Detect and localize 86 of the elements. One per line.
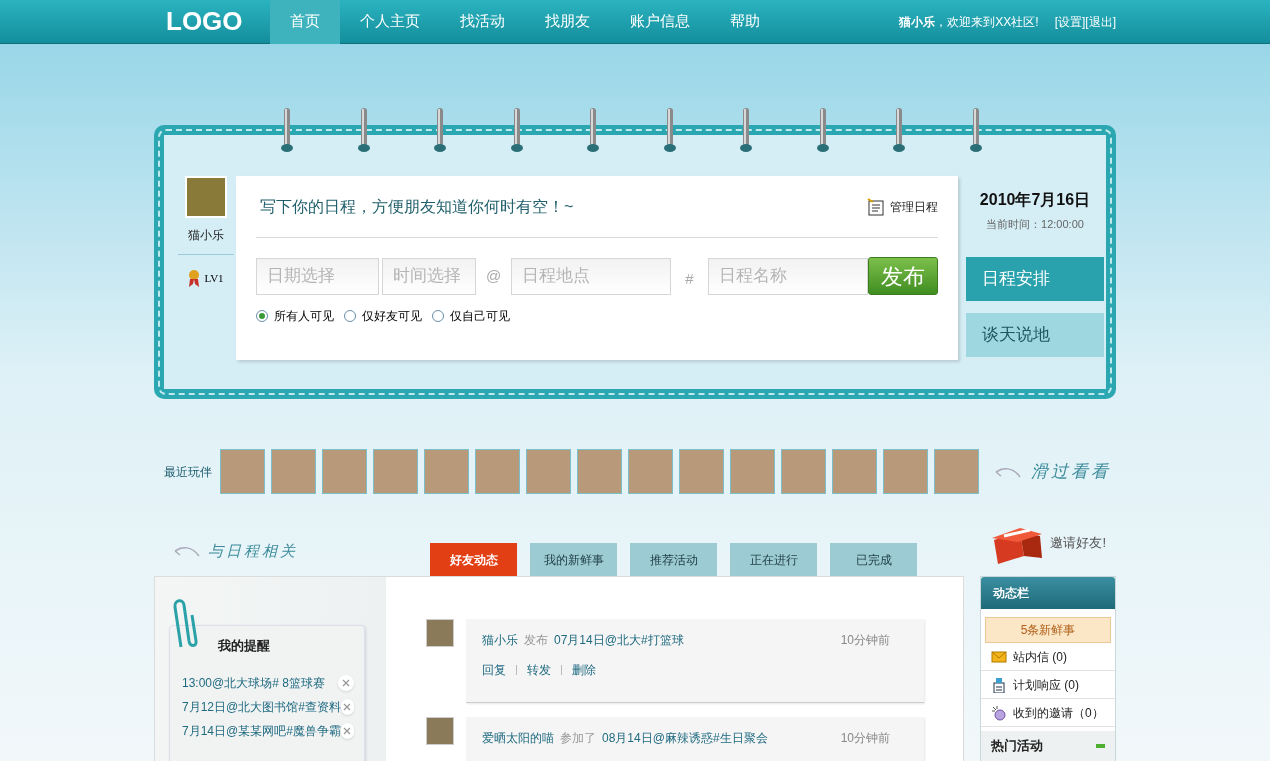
avatar-photo[interactable] [271, 449, 316, 494]
action-link[interactable]: 转发 [527, 661, 551, 679]
close-button[interactable] [340, 698, 354, 715]
avatar-photo[interactable] [934, 449, 979, 494]
avatar-photo[interactable] [679, 449, 724, 494]
header-link[interactable]: [设置] [1054, 12, 1086, 31]
section-label: 最近玩伴 [164, 463, 212, 481]
avatar-photo [426, 619, 454, 647]
nav-link[interactable]: 帮助 [710, 0, 780, 44]
reminder-item[interactable]: 13:00@北大球场# 8篮球赛 [182, 673, 325, 692]
news-count-badge[interactable]: 5条新鲜事 [985, 617, 1111, 643]
avatar-photo[interactable] [577, 449, 622, 494]
action-text: 参加了 [560, 730, 596, 747]
text-field[interactable]: 日期选择 [256, 257, 379, 295]
reminder-title: 我的提醒 [217, 637, 271, 655]
avatar-photo[interactable] [220, 449, 265, 494]
panel-header: 动态栏 [981, 577, 1115, 609]
timestamp: 10分钟前 [840, 730, 890, 747]
action-link[interactable]: 回复 [482, 661, 506, 679]
avatar-photo[interactable] [373, 449, 418, 494]
header-link[interactable]: [退出] [1085, 12, 1116, 31]
date-label: 2010年7月16日 [978, 190, 1092, 210]
event-link[interactable]: 08月14日@麻辣诱惑#生日聚会 [602, 729, 768, 747]
avatar-photo[interactable] [628, 449, 673, 494]
panel-link[interactable]: 站内信 (0) [981, 643, 1115, 671]
separator-symbol: # [684, 268, 695, 289]
user-link[interactable]: 猫小乐 [482, 631, 518, 649]
avatar-photo[interactable] [730, 449, 775, 494]
feed-tab[interactable]: 正在进行 [730, 543, 817, 576]
text-field[interactable]: 日程地点 [511, 257, 672, 295]
avatar-photo[interactable] [832, 449, 877, 494]
visibility-radio[interactable]: 仅自己可见 [432, 307, 510, 325]
action-text: 发布 [524, 632, 548, 649]
close-button[interactable] [340, 722, 354, 739]
close-icon [342, 678, 350, 687]
nav-link[interactable]: 账户信息 [610, 0, 710, 44]
side-tab[interactable]: 日程安排 [966, 256, 1104, 301]
ribbon-icon [188, 269, 201, 287]
action-link[interactable]: 删除 [572, 661, 596, 679]
section-title: 与日程相关 [208, 540, 298, 562]
collapse-icon[interactable] [1096, 744, 1105, 748]
separator-symbol: @ [484, 265, 503, 286]
feed-tab[interactable]: 推荐活动 [630, 543, 717, 576]
timestamp: 10分钟前 [840, 632, 890, 649]
nav-link[interactable]: 找朋友 [525, 0, 610, 44]
hover-hint: 滑过看看 [1031, 459, 1111, 483]
avatar-photo [426, 717, 454, 745]
text-field[interactable]: 日程名称 [707, 257, 868, 295]
avatar-photo [185, 176, 227, 218]
reminder-item[interactable]: 7月14日@某某网吧#魔兽争霸 [182, 721, 341, 740]
nav-link[interactable]: 个人主页 [340, 0, 440, 44]
nav-link[interactable]: 找活动 [440, 0, 525, 44]
side-tab[interactable]: 谈天说地 [966, 312, 1104, 357]
avatar-photo[interactable] [883, 449, 928, 494]
notepad-icon [866, 196, 886, 217]
section-heading: 热门活动 [991, 737, 1043, 756]
username: 猫小乐 [188, 227, 224, 244]
visibility-radio[interactable]: 仅好友可见 [344, 307, 422, 325]
invite-friends-link[interactable]: 邀请好友! [990, 520, 1106, 566]
avatar-photo[interactable] [322, 449, 367, 494]
close-icon [343, 702, 352, 711]
feed-tab[interactable]: 好友动态 [430, 543, 517, 576]
schedule-prompt: 写下你的日程，方便朋友知道你何时有空！~ [259, 196, 574, 217]
avatar-photo[interactable] [424, 449, 469, 494]
event-link[interactable]: 07月14日@北大#打篮球 [554, 631, 684, 649]
manage-schedule-link[interactable]: 管理日程 [866, 196, 938, 217]
level-label: LV1 [204, 270, 224, 286]
panel-link[interactable]: 收到的邀请（0） [981, 699, 1115, 727]
avatar-photo[interactable] [781, 449, 826, 494]
envelope-icon [991, 648, 1007, 665]
user-link[interactable]: 爱晒太阳的喵 [482, 729, 554, 747]
welcome-text: 猫小乐，欢迎来到XX社区! [899, 13, 1039, 31]
reminder-item[interactable]: 7月12日@北大图书馆#查资料 [182, 697, 341, 716]
avatar-photo[interactable] [526, 449, 571, 494]
text-field[interactable]: 时间选择 [381, 257, 476, 295]
publish-button[interactable]: 发布 [867, 257, 938, 295]
close-button[interactable] [338, 674, 354, 691]
logo[interactable]: LOGO [154, 2, 270, 41]
panel-link[interactable]: 计划响应 (0) [981, 671, 1115, 699]
avatar-photo[interactable] [475, 449, 520, 494]
feed-tab[interactable]: 我的新鲜事 [530, 543, 617, 576]
visibility-radio[interactable]: 所有人可见 [256, 307, 334, 325]
close-icon [343, 726, 352, 735]
feed-tab[interactable]: 已完成 [830, 543, 917, 576]
clipboard-icon [991, 676, 1007, 693]
current-time: 当前时间：12:00:00 [985, 217, 1085, 232]
